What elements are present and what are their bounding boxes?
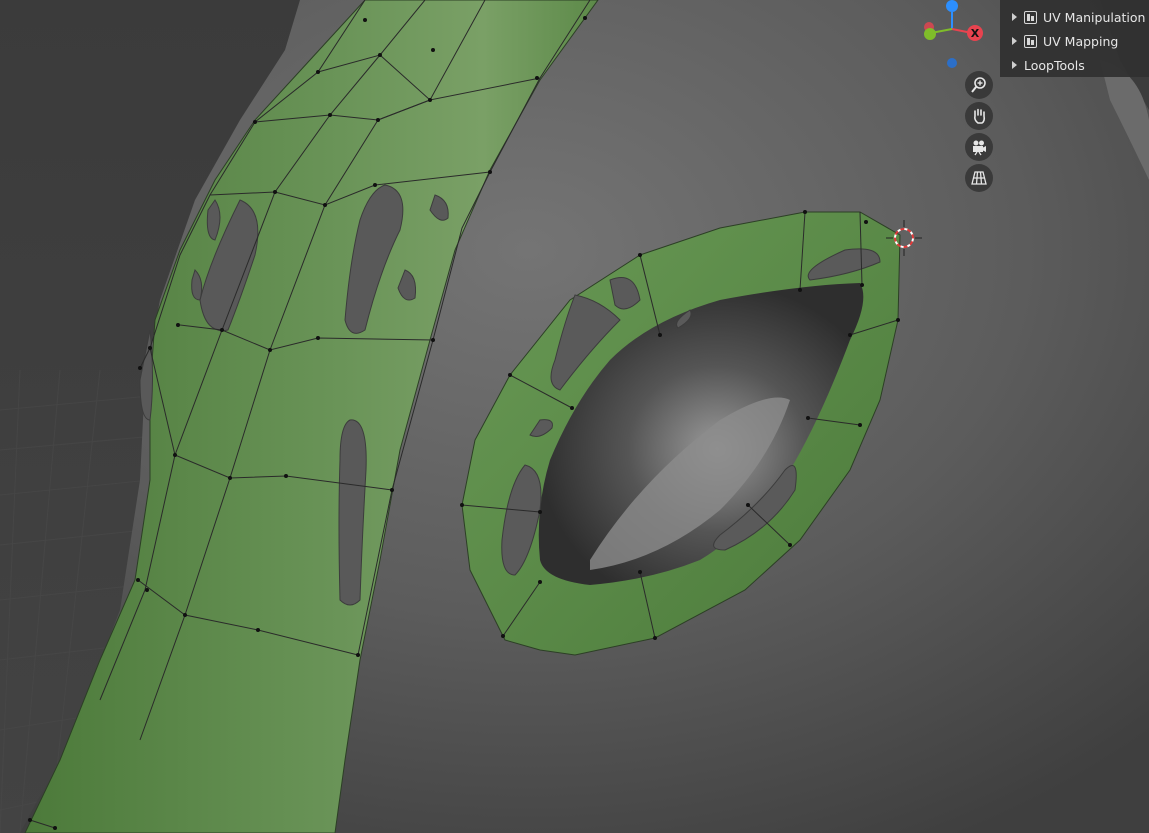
gizmo-z-neg-axis[interactable]	[947, 58, 957, 68]
zoom-button[interactable]	[965, 71, 993, 99]
panel-title: UV Manipulation	[1043, 9, 1146, 25]
panel-title: LoopTools	[1024, 57, 1085, 73]
disclosure-triangle-icon	[1012, 13, 1017, 21]
panel-title: UV Mapping	[1043, 33, 1119, 49]
panel-header-uv-mapping[interactable]: UV Mapping	[1000, 29, 1149, 53]
panel-header-uv-manipulation[interactable]: UV Manipulation	[1000, 5, 1149, 29]
pan-button[interactable]	[965, 102, 993, 130]
disclosure-triangle-icon	[1012, 37, 1017, 45]
panel-header-looptools[interactable]: LoopTools	[1000, 53, 1149, 77]
gizmo-y-axis[interactable]	[924, 28, 936, 40]
zoom-icon	[971, 77, 986, 93]
perspective-toggle-button[interactable]	[965, 164, 993, 192]
uv-editor-icon	[1024, 10, 1037, 24]
hand-icon	[974, 108, 986, 124]
axis-navigation-gizmo[interactable]: X	[915, 0, 995, 75]
disclosure-triangle-icon	[1012, 61, 1017, 69]
camera-icon	[973, 140, 986, 156]
gizmo-z-axis[interactable]	[946, 0, 958, 12]
sidebar-panel: UV Manipulation UV Mapping LoopTools	[1000, 0, 1149, 77]
grid-icon	[971, 171, 987, 185]
3d-viewport[interactable]: X UV Manipulation UV Mapping LoopTools	[0, 0, 1149, 833]
camera-view-button[interactable]	[965, 133, 993, 161]
gizmo-x-label: X	[971, 27, 980, 40]
uv-editor-icon	[1024, 34, 1037, 48]
